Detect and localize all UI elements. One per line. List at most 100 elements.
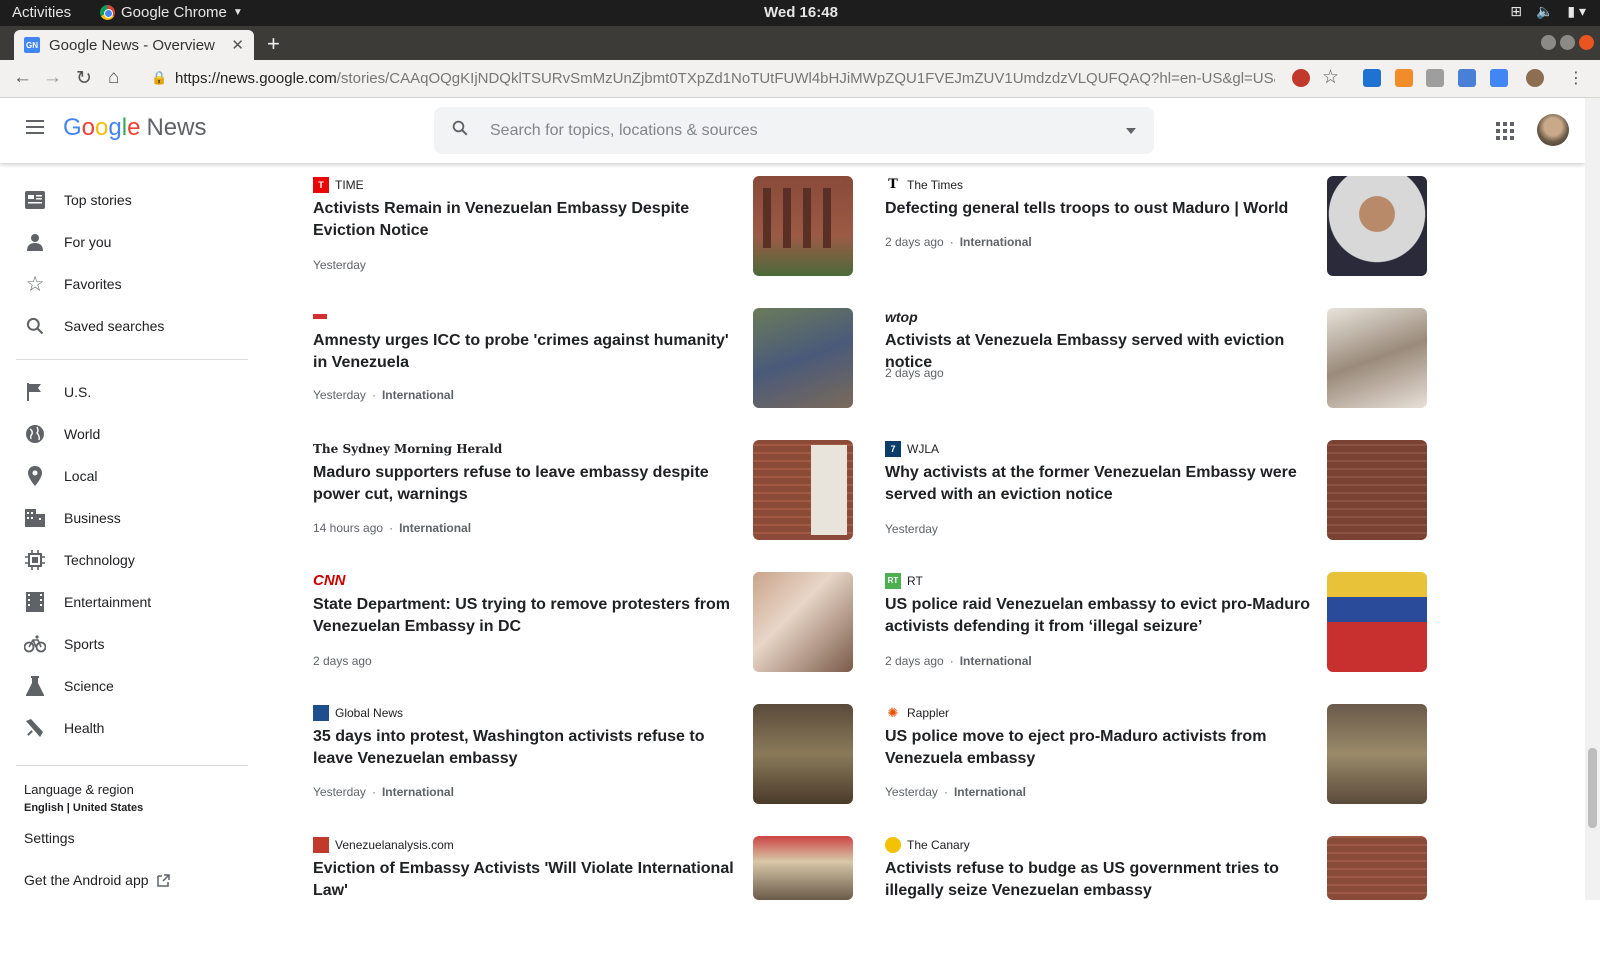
article-source[interactable]: The Sydney Morning Herald	[313, 440, 502, 457]
article-headline[interactable]: Activists refuse to budge as US governme…	[885, 858, 1313, 902]
article-section[interactable]: International	[382, 388, 454, 402]
article-headline[interactable]: Maduro supporters refuse to leave embass…	[313, 462, 741, 506]
back-icon[interactable]: ←	[13, 67, 32, 89]
article-card[interactable]: The Sydney Morning Herald Maduro support…	[313, 440, 853, 560]
article-source[interactable]: CNN	[313, 572, 346, 589]
blocker-extension-icon[interactable]	[1292, 69, 1310, 87]
settings-link[interactable]: Settings	[24, 830, 75, 846]
translate-icon[interactable]	[1490, 69, 1508, 87]
bookmark-star-icon[interactable]: ☆	[1322, 66, 1339, 89]
google-apps-icon[interactable]	[1496, 122, 1514, 140]
sidebar-item-science[interactable]: Science	[24, 671, 254, 701]
reload-icon[interactable]: ↻	[76, 67, 92, 90]
article-section[interactable]: International	[954, 785, 1026, 799]
article-source[interactable]: The Canary	[885, 836, 970, 853]
article-card[interactable]: ✺ Rappler US police move to eject pro-Mad…	[885, 704, 1427, 824]
article-card[interactable]: Venezuelanalysis.com Eviction of Embassy…	[313, 836, 853, 956]
account-avatar[interactable]	[1537, 114, 1569, 146]
article-section[interactable]: International	[960, 235, 1032, 249]
app-menu[interactable]: Google Chrome ▼	[100, 4, 243, 21]
chrome-menu-icon[interactable]: ⋮	[1568, 68, 1584, 88]
sidebar-item-health[interactable]: Health	[24, 713, 254, 743]
minimize-window-icon[interactable]	[1541, 35, 1556, 50]
activities-button[interactable]: Activities	[12, 4, 71, 21]
article-thumbnail[interactable]	[1327, 572, 1427, 672]
article-thumbnail[interactable]	[1327, 836, 1427, 900]
article-section[interactable]: International	[382, 785, 454, 799]
article-source[interactable]: Global News	[313, 704, 403, 721]
lock-icon[interactable]: 🔒	[151, 70, 167, 86]
sidebar-item-entertainment[interactable]: Entertainment	[24, 587, 254, 617]
search-input[interactable]	[490, 119, 1090, 143]
article-thumbnail[interactable]	[753, 836, 853, 900]
sidebar-item-top-stories[interactable]: Top stories	[24, 185, 254, 215]
article-thumbnail[interactable]	[753, 440, 853, 540]
language-region-link[interactable]: Language & region	[24, 782, 134, 797]
article-headline[interactable]: US police raid Venezuelan embassy to evi…	[885, 594, 1313, 638]
article-card[interactable]: T TIME Activists Remain in Venezuelan Emb…	[313, 176, 853, 296]
article-headline[interactable]: Defecting general tells troops to oust M…	[885, 198, 1313, 220]
volume-icon[interactable]: 🔈	[1536, 3, 1553, 20]
clock[interactable]: Wed 16:48	[764, 4, 838, 21]
new-tab-icon[interactable]: +	[267, 31, 280, 57]
article-section[interactable]: International	[960, 654, 1032, 668]
article-source[interactable]	[313, 308, 333, 325]
camera-extension-icon[interactable]	[1458, 69, 1476, 87]
sidebar-item-for-you[interactable]: For you	[24, 227, 254, 257]
sidebar-item-business[interactable]: Business	[24, 503, 254, 533]
sidebar-item-us[interactable]: U.S.	[24, 377, 254, 407]
address-bar[interactable]: https://news.google.com/stories/CAAqOQgK…	[175, 70, 1275, 87]
article-source[interactable]: ✺ Rappler	[885, 704, 949, 721]
article-source[interactable]: Venezuelanalysis.com	[313, 836, 454, 853]
article-headline[interactable]: 35 days into protest, Washington activis…	[313, 726, 741, 770]
sidebar-item-saved-searches[interactable]: Saved searches	[24, 311, 254, 341]
article-headline[interactable]: US police move to eject pro-Maduro activ…	[885, 726, 1313, 770]
article-card[interactable]: Global News 35 days into protest, Washin…	[313, 704, 853, 824]
article-thumbnail[interactable]	[1327, 308, 1427, 408]
article-card[interactable]: T The Times Defecting general tells troop…	[885, 176, 1427, 296]
search-options-chevron-icon[interactable]	[1126, 128, 1136, 134]
scrollbar-thumb[interactable]	[1588, 748, 1597, 828]
extension-grey-icon[interactable]	[1426, 69, 1444, 87]
article-source[interactable]: 7 WJLA	[885, 440, 939, 457]
article-card[interactable]: RT RT US police raid Venezuelan embassy t…	[885, 572, 1427, 692]
sidebar-item-local[interactable]: Local	[24, 461, 254, 491]
main-menu-icon[interactable]	[26, 120, 44, 134]
article-thumbnail[interactable]	[1327, 440, 1427, 540]
rss-icon[interactable]	[1395, 69, 1413, 87]
forward-icon[interactable]: →	[43, 67, 62, 89]
article-card[interactable]: Amnesty urges ICC to probe 'crimes again…	[313, 308, 853, 428]
battery-icon[interactable]: ▮ ▾	[1567, 3, 1586, 20]
article-source[interactable]: T The Times	[885, 176, 963, 193]
article-headline[interactable]: State Department: US trying to remove pr…	[313, 594, 741, 638]
article-headline[interactable]: Activists Remain in Venezuelan Embassy D…	[313, 198, 741, 242]
sidebar-item-favorites[interactable]: ☆ Favorites	[24, 269, 254, 299]
article-headline[interactable]: Activists at Venezuela Embassy served wi…	[885, 330, 1313, 374]
home-icon[interactable]: ⌂	[108, 67, 119, 89]
article-section[interactable]: International	[399, 521, 471, 535]
article-thumbnail[interactable]	[753, 308, 853, 408]
sidebar-item-sports[interactable]: Sports	[24, 629, 254, 659]
article-headline[interactable]: Why activists at the former Venezuelan E…	[885, 462, 1313, 506]
article-thumbnail[interactable]	[753, 176, 853, 276]
article-headline[interactable]: Amnesty urges ICC to probe 'crimes again…	[313, 330, 741, 374]
article-card[interactable]: The Canary Activists refuse to budge as …	[885, 836, 1427, 956]
sidebar-item-world[interactable]: World	[24, 419, 254, 449]
article-thumbnail[interactable]	[1327, 176, 1427, 276]
article-source[interactable]: wtop	[885, 308, 918, 325]
profile-avatar-icon[interactable]	[1526, 69, 1544, 87]
browser-tab[interactable]: GN Google News - Overview ✕	[14, 30, 254, 60]
article-headline[interactable]: Eviction of Embassy Activists 'Will Viol…	[313, 858, 741, 902]
google-news-logo[interactable]: Google News	[63, 114, 206, 142]
system-tray[interactable]: ⊞ 🔈 ▮ ▾	[1510, 3, 1586, 20]
article-thumbnail[interactable]	[1327, 704, 1427, 804]
search-box[interactable]	[434, 107, 1154, 154]
search-icon[interactable]	[451, 119, 469, 137]
close-window-icon[interactable]	[1579, 35, 1594, 50]
close-tab-icon[interactable]: ✕	[231, 36, 244, 54]
article-thumbnail[interactable]	[753, 704, 853, 804]
android-app-link[interactable]: Get the Android app	[24, 872, 170, 888]
article-source[interactable]: RT RT	[885, 572, 923, 589]
article-card[interactable]: CNN State Department: US trying to remov…	[313, 572, 853, 692]
sidebar-item-technology[interactable]: Technology	[24, 545, 254, 575]
